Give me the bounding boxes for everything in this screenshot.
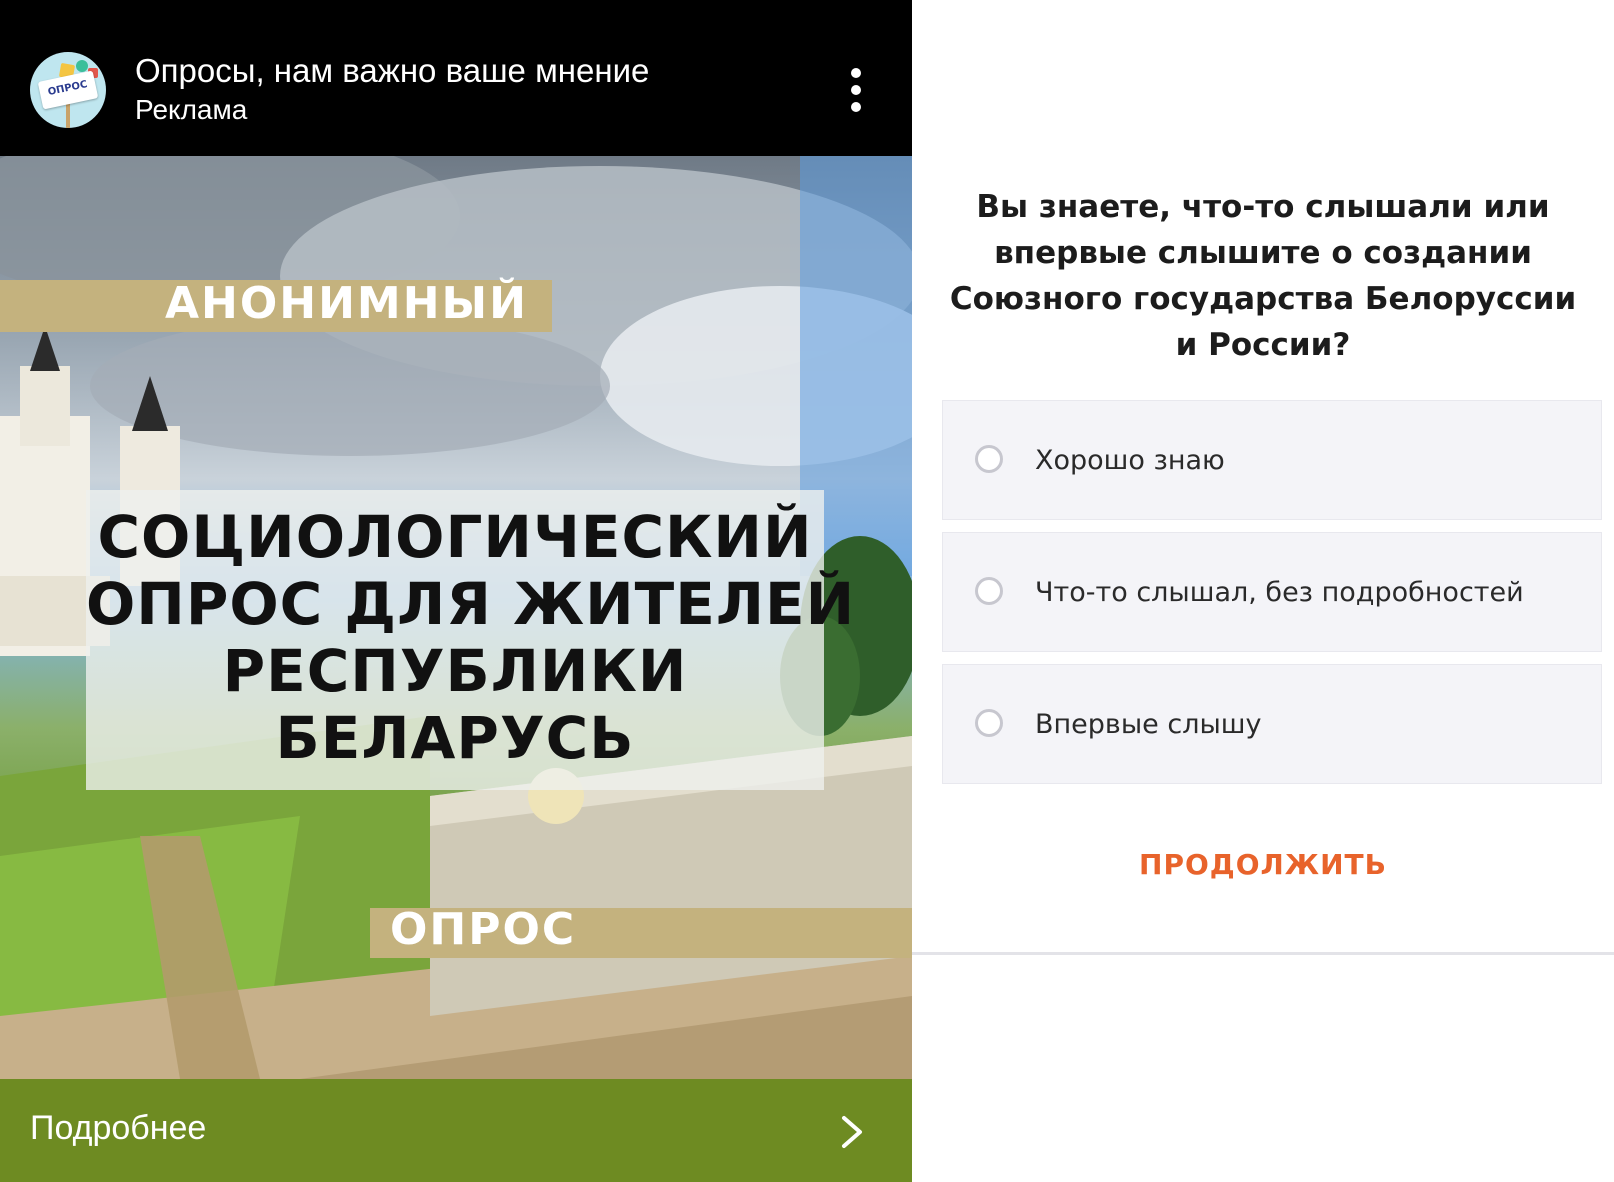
anonymous-band: АНОНИМНЫЙ <box>0 278 552 332</box>
headline-box: СОЦИОЛОГИЧЕСКИЙ ОПРОС ДЛЯ ЖИТЕЛЕЙ РЕСПУБ… <box>86 490 856 790</box>
option-label: Впервые слышу <box>1035 709 1262 740</box>
ad-image[interactable]: АНОНИМНЫЙ СОЦИОЛОГИЧЕСКИЙ ОПРОС ДЛЯ ЖИТЕ… <box>0 156 912 1079</box>
more-dot <box>851 85 861 95</box>
survey-band: ОПРОС <box>370 904 912 958</box>
advertiser-name[interactable]: Опросы, нам важно ваше мнение <box>135 52 649 90</box>
radio-button[interactable] <box>975 445 1003 473</box>
more-vertical-icon[interactable] <box>838 64 874 116</box>
chevron-right-icon <box>842 1116 862 1148</box>
option-label: Что-то слышал, без подробностей <box>1035 577 1524 608</box>
learn-more-label: Подробнее <box>30 1109 207 1147</box>
more-dot <box>851 102 861 112</box>
survey-option[interactable]: Что-то слышал, без подробностей <box>942 532 1602 652</box>
ad-post: ОПРОС Опросы, нам важно ваше мнение Рекл… <box>0 0 912 1182</box>
ad-header: ОПРОС Опросы, нам важно ваше мнение Рекл… <box>0 0 912 156</box>
avatar-sign: ОПРОС <box>37 70 99 110</box>
survey-panel: Вы знаете, что-то слышали или впервые сл… <box>912 0 1614 955</box>
more-dot <box>851 68 861 78</box>
learn-more-button[interactable]: Подробнее <box>0 1079 912 1182</box>
anonymous-band-text: АНОНИМНЫЙ <box>165 278 528 329</box>
survey-option[interactable]: Впервые слышу <box>942 664 1602 784</box>
continue-button[interactable]: ПРОДОЛЖИТЬ <box>1112 848 1414 892</box>
advertiser-avatar[interactable]: ОПРОС <box>30 52 106 128</box>
survey-option[interactable]: Хорошо знаю <box>942 400 1602 520</box>
headline-line: РЕСПУБЛИКИ <box>222 637 688 705</box>
avatar-decoration <box>76 60 88 72</box>
headline-text: СОЦИОЛОГИЧЕСКИЙ ОПРОС ДЛЯ ЖИТЕЛЕЙ РЕСПУБ… <box>86 503 856 772</box>
radio-button[interactable] <box>975 709 1003 737</box>
headline-line: ОПРОС ДЛЯ ЖИТЕЛЕЙ <box>86 570 856 638</box>
headline-line: СОЦИОЛОГИЧЕСКИЙ <box>97 503 813 571</box>
avatar-sign-text: ОПРОС <box>46 78 89 99</box>
survey-question: Вы знаете, что-то слышали или впервые сл… <box>949 189 1577 363</box>
screen: ОПРОС Опросы, нам важно ваше мнение Рекл… <box>0 0 1614 1182</box>
radio-button[interactable] <box>975 577 1003 605</box>
option-label: Хорошо знаю <box>1035 445 1225 476</box>
survey-band-text: ОПРОС <box>390 904 577 955</box>
sponsored-label: Реклама <box>135 94 248 125</box>
headline-line: БЕЛАРУСЬ <box>275 704 635 772</box>
